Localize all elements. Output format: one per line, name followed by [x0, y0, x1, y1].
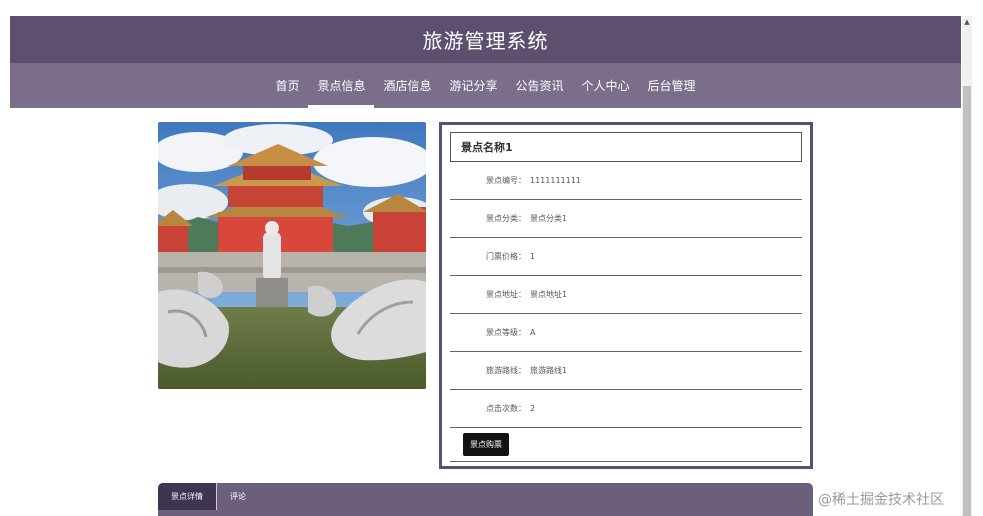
- attraction-name: 景点名称1: [450, 132, 802, 162]
- site-title: 旅游管理系统: [422, 29, 549, 53]
- field-value: 旅游路线1: [530, 366, 568, 375]
- attraction-info-panel: 景点名称1 景点编号： 1111111111 景点分类： 景点分类1 门票价格：…: [439, 122, 813, 469]
- info-row-clicks: 点击次数： 2: [450, 390, 802, 428]
- buy-ticket-button[interactable]: 景点购票: [463, 433, 509, 456]
- field-label: 景点编号：: [486, 176, 526, 185]
- site-header: 旅游管理系统: [10, 16, 961, 63]
- page: 旅游管理系统 首页 景点信息 酒店信息 游记分享 公告资讯 个人中心 后台管理 …: [0, 0, 983, 516]
- scroll-thumb[interactable]: [963, 86, 971, 516]
- attraction-photo: [158, 122, 426, 389]
- field-label: 门票价格：: [486, 252, 526, 261]
- nav-attractions[interactable]: 景点信息: [308, 63, 375, 108]
- field-value: 1: [530, 252, 536, 261]
- nav-home[interactable]: 首页: [266, 63, 308, 108]
- nav-hotels[interactable]: 酒店信息: [374, 63, 440, 108]
- nav-hotels-label: 酒店信息: [383, 79, 432, 93]
- tab-label: 景点详情: [171, 492, 203, 501]
- info-row-address: 景点地址： 景点地址1: [450, 276, 802, 314]
- field-value: 景点分类1: [530, 214, 568, 223]
- field-value: 景点地址1: [530, 290, 568, 299]
- field-label: 景点等级：: [486, 328, 526, 337]
- tab-attraction-details[interactable]: 景点详情: [158, 483, 217, 510]
- tab-comments[interactable]: 评论: [217, 483, 259, 510]
- main-nav: 首页 景点信息 酒店信息 游记分享 公告资讯 个人中心 后台管理: [10, 63, 961, 108]
- field-value: A: [530, 328, 536, 337]
- nav-home-label: 首页: [275, 79, 300, 93]
- info-row-id: 景点编号： 1111111111: [450, 162, 802, 200]
- vertical-scrollbar[interactable]: ▲: [962, 16, 972, 516]
- buy-row: 景点购票: [450, 428, 802, 462]
- field-label: 点击次数：: [486, 404, 526, 413]
- field-label: 景点分类：: [486, 214, 526, 223]
- info-row-category: 景点分类： 景点分类1: [450, 200, 802, 238]
- info-row-level: 景点等级： A: [450, 314, 802, 352]
- watermark: @稀土掘金技术社区: [818, 492, 944, 508]
- field-label: 旅游路线：: [486, 366, 526, 375]
- attraction-photo-image: [158, 122, 426, 389]
- nav-admin-label: 后台管理: [647, 79, 696, 93]
- nav-travelogues-label: 游记分享: [449, 79, 498, 93]
- tab-label: 评论: [230, 492, 246, 501]
- info-row-price: 门票价格： 1: [450, 238, 802, 276]
- field-label: 景点地址：: [486, 290, 526, 299]
- nav-travelogues[interactable]: 游记分享: [440, 63, 506, 108]
- nav-announcements[interactable]: 公告资讯: [507, 63, 573, 108]
- nav-profile[interactable]: 个人中心: [573, 63, 639, 108]
- field-value: 1111111111: [530, 176, 581, 185]
- nav-admin[interactable]: 后台管理: [639, 63, 705, 108]
- field-value: 2: [530, 404, 536, 413]
- scroll-up-arrow-icon[interactable]: ▲: [962, 16, 972, 28]
- detail-tabs: 景点详情 评论: [158, 483, 813, 516]
- info-row-route: 旅游路线： 旅游路线1: [450, 352, 802, 390]
- nav-announcements-label: 公告资讯: [515, 79, 564, 93]
- nav-attractions-label: 景点信息: [317, 79, 366, 93]
- nav-profile-label: 个人中心: [581, 79, 630, 93]
